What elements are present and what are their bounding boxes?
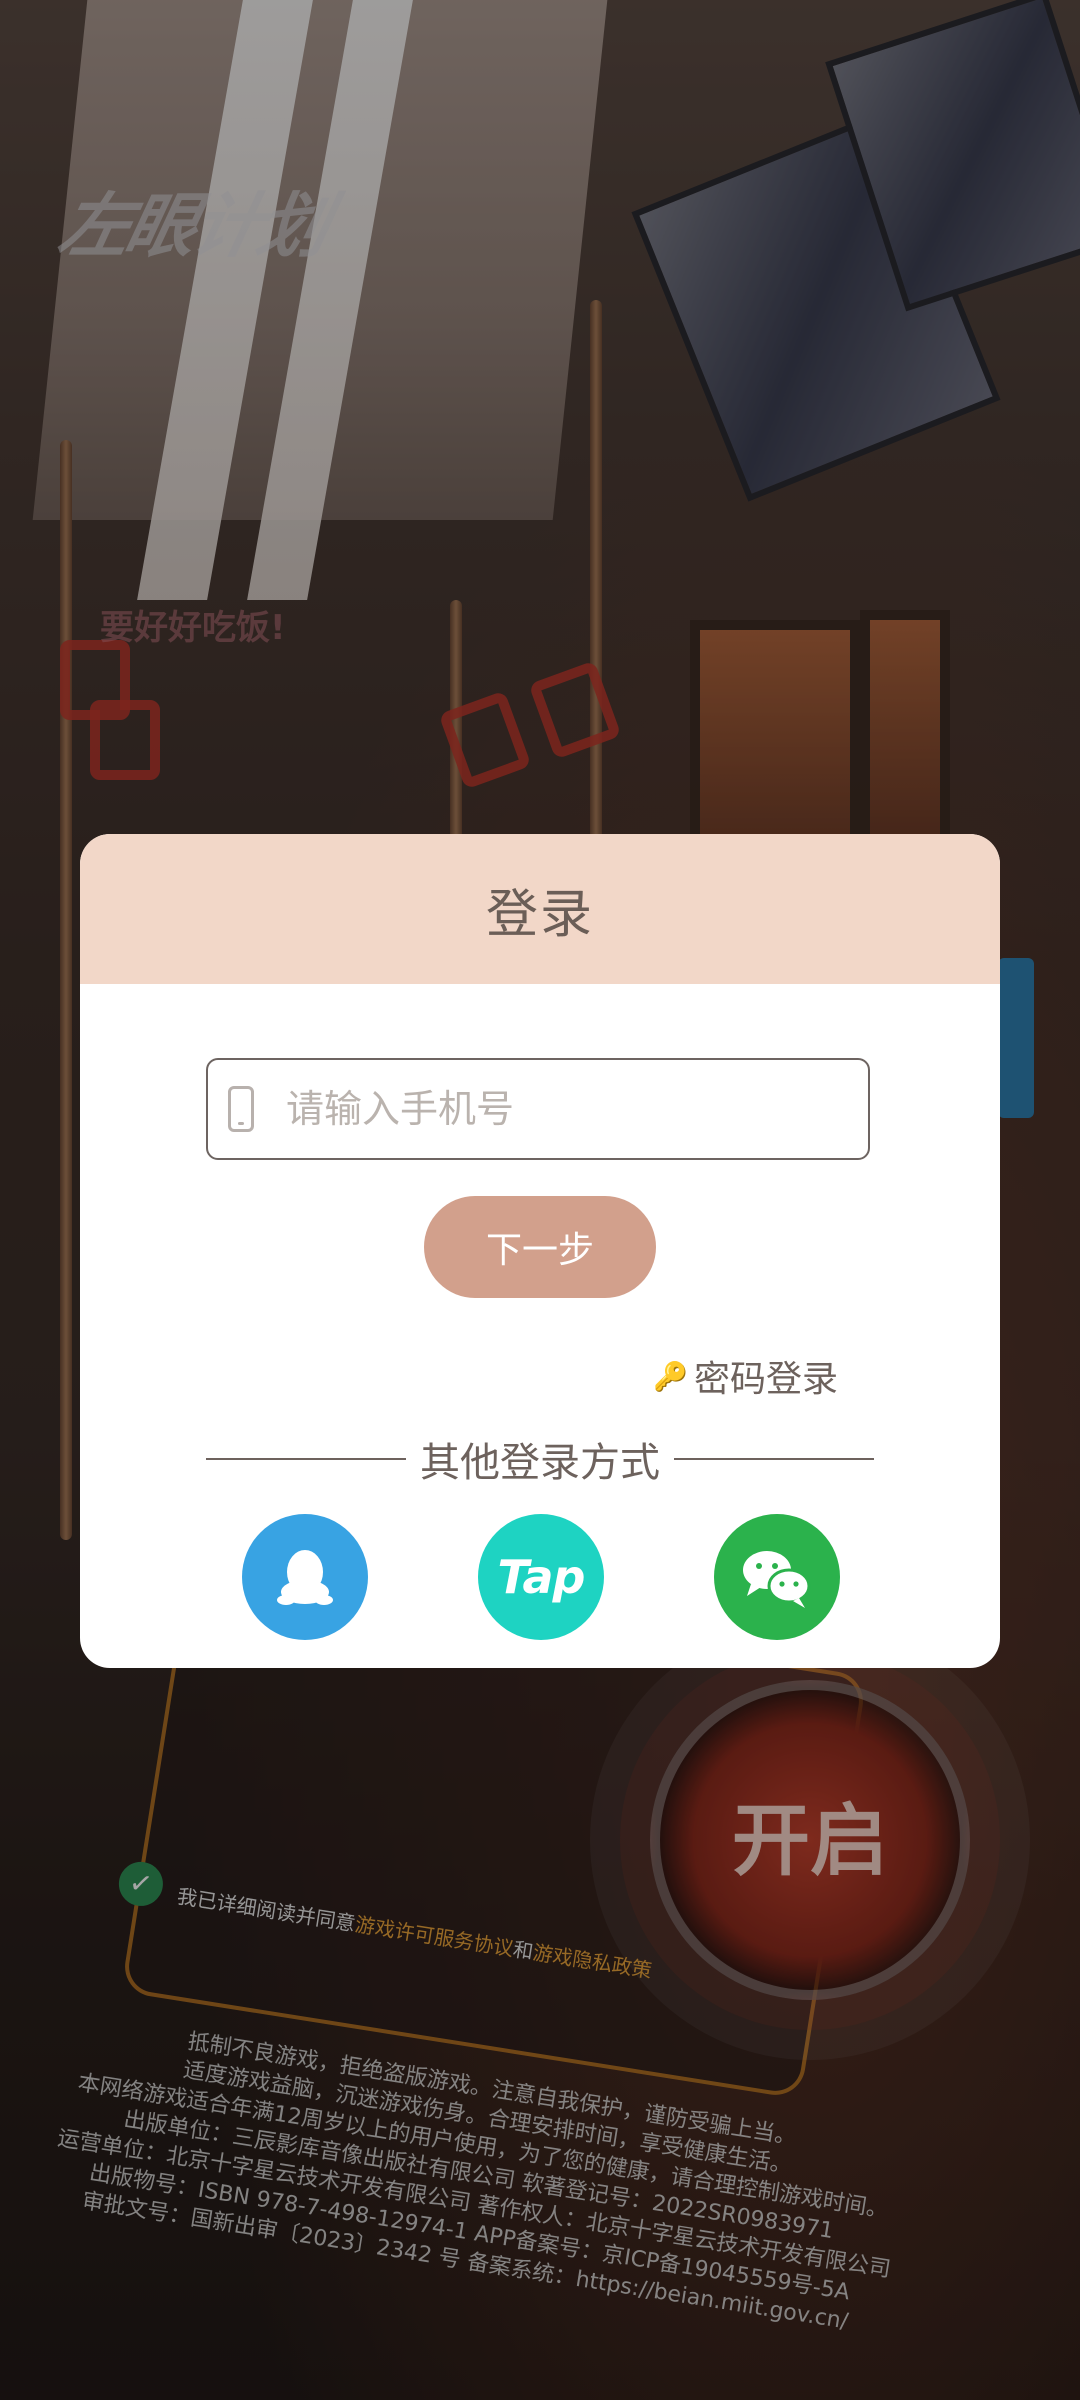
wechat-login-button[interactable] bbox=[714, 1514, 840, 1640]
taptap-login-button[interactable]: Tap bbox=[478, 1514, 604, 1640]
wechat-icon bbox=[743, 1551, 811, 1608]
divider-line-left bbox=[206, 1458, 406, 1460]
qq-penguin-icon bbox=[277, 1550, 333, 1605]
other-methods-label: 其他登录方式 bbox=[420, 1440, 660, 1486]
other-methods-divider: 其他登录方式 bbox=[206, 1430, 874, 1488]
taptap-icon: Tap bbox=[497, 1550, 586, 1604]
next-step-button[interactable]: 下一步 bbox=[424, 1196, 656, 1298]
mobile-phone-icon bbox=[228, 1086, 254, 1132]
password-login-label: 密码登录 bbox=[693, 1359, 838, 1400]
divider-line-right bbox=[674, 1458, 874, 1460]
password-login-link[interactable]: 🔑 密码登录 bbox=[653, 1350, 838, 1402]
phone-field[interactable] bbox=[206, 1058, 870, 1160]
login-dialog-header: 登录 bbox=[80, 834, 1000, 984]
login-title: 登录 bbox=[485, 884, 594, 945]
phone-number-input[interactable] bbox=[284, 1086, 848, 1132]
qq-login-button[interactable] bbox=[242, 1514, 368, 1640]
key-icon: 🔑 bbox=[653, 1359, 688, 1393]
login-dialog: 登录 下一步 🔑 密码登录 其他登录方式 Tap bbox=[80, 834, 1000, 1668]
